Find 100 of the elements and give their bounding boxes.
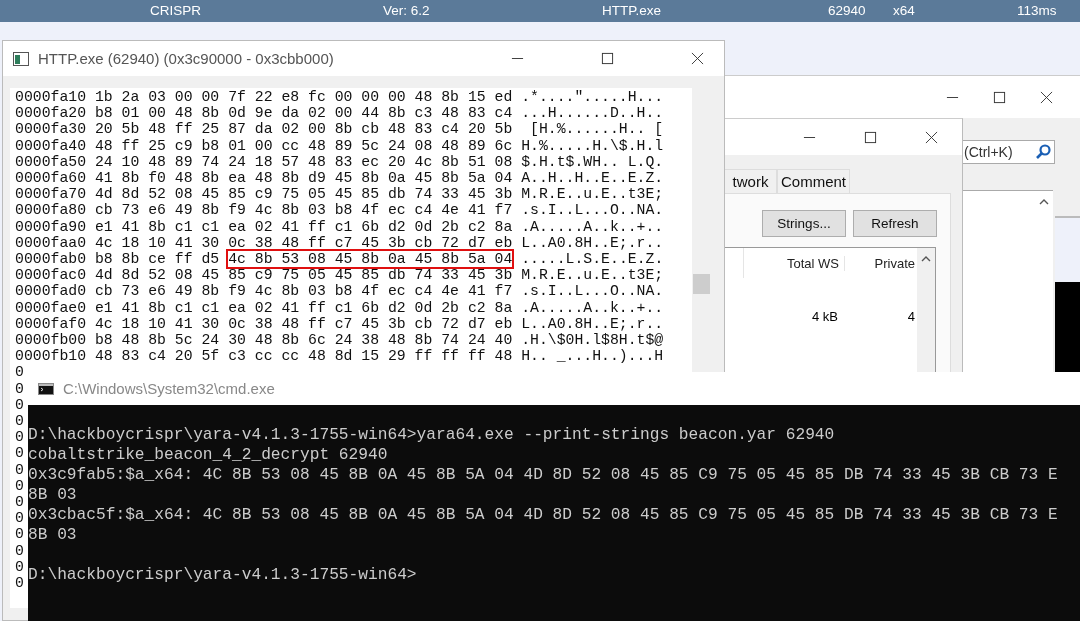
ascii-text: .A.....A..k..+.. bbox=[521, 218, 664, 235]
status-text: CRISPR bbox=[150, 3, 201, 18]
offset-text: 0000faa0 bbox=[15, 234, 87, 251]
hex-bytes: 48 83 c4 20 5f c3 cc cc 48 8d 15 29 ff ff ff 48 bbox=[94, 348, 513, 365]
offset-text: 0000fae0 bbox=[15, 299, 87, 316]
offset-text: 0 bbox=[15, 575, 24, 592]
ascii-text: H.%.....H.\$.H.l bbox=[521, 137, 664, 154]
tab[interactable]: twork bbox=[725, 169, 777, 193]
hex-bytes: 41 8b f0 48 8b ea 48 8b d9 45 8b 0a 45 8b 5a 04 bbox=[94, 170, 513, 186]
offset-text: 0 bbox=[15, 429, 24, 446]
ascii-text: M.R.E..u.E..t3E; bbox=[521, 186, 664, 203]
offset-text: 0 bbox=[15, 380, 24, 397]
offset-text: 0 bbox=[15, 477, 24, 494]
offset-text: 0000fa30 bbox=[15, 121, 87, 138]
column-header[interactable]: Private bbox=[845, 255, 917, 271]
offset-text: 0000fa50 bbox=[15, 153, 87, 170]
search-icon bbox=[1035, 144, 1051, 160]
hex-bytes: 4c 18 10 41 30 0c 38 48 ff c7 45 3b cb 72 d7 eb bbox=[94, 234, 513, 251]
console-line: cobaltstrike_beacon_4_2_decrypt 62940 bbox=[28, 445, 389, 465]
window-title: HTTP.exe (62940) (0x3c90000 - 0x3cbb000) bbox=[38, 50, 334, 67]
hex-bytes: 48 ff 25 c9 b8 01 00 cc 48 89 5c 24 08 48 89 6c bbox=[94, 137, 513, 154]
ascii-text: .A.....A..k..+.. bbox=[521, 299, 664, 316]
maximize-icon[interactable] bbox=[993, 90, 1006, 104]
offset-text: 0 bbox=[15, 494, 24, 511]
maximize-icon[interactable] bbox=[601, 52, 614, 65]
offset-text: 0 bbox=[15, 445, 24, 462]
ascii-text: L..A0.8H..E;.r.. bbox=[521, 234, 664, 251]
tab[interactable]: Comment bbox=[777, 169, 851, 193]
console-line: 0x3c9fab5:$a_x64: 4C 8B 53 08 45 8B 0A 45 8B 5A 04 4D 8D 52 08 45 85 C9 75 05 45 85 DB 74 33 45 3B CB 73 E bbox=[28, 465, 1059, 485]
maximize-icon[interactable] bbox=[864, 130, 877, 144]
hex-bytes: 4d 8d 52 08 45 85 c9 75 05 45 85 db 74 33 45 3b bbox=[94, 267, 513, 284]
hex-bytes: 20 5b 48 ff 25 87 da 02 00 8b cb 48 83 c4 20 5b bbox=[94, 121, 513, 138]
ascii-text: M.R.E..u.E..t3E; bbox=[521, 267, 664, 284]
search-field[interactable]: (Ctrl+K) bbox=[963, 140, 1055, 164]
hex-bytes: b8 48 8b 5c 24 30 48 8b 6c 24 38 48 8b 74 24 40 bbox=[94, 332, 513, 349]
offset-text: 0000fad0 bbox=[15, 283, 87, 300]
ascii-text: .....L.S.E..E.Z. bbox=[521, 251, 664, 268]
ascii-text: A..H..H..E..E.Z. bbox=[521, 170, 664, 186]
console-line: 0x3cbac5f:$a_x64: 4C 8B 53 08 45 8B 0A 45 8B 5A 04 4D 8D 52 08 45 85 C9 75 05 45 85 DB 74 33 45 3B CB 73 E bbox=[28, 505, 1059, 525]
offset-text: 0000fa10 bbox=[15, 89, 87, 105]
scroll-up-icon[interactable] bbox=[921, 256, 931, 262]
offset-text: 0000fa90 bbox=[15, 218, 87, 235]
status-text: x64 bbox=[893, 3, 915, 18]
app-icon bbox=[13, 51, 29, 66]
offset-text: 0000fab0 bbox=[15, 251, 87, 268]
offset-text: 0000fa70 bbox=[15, 186, 87, 203]
offset-text: 0 bbox=[15, 510, 24, 527]
offset-text: 0 bbox=[15, 364, 24, 381]
offset-text: 0000faf0 bbox=[15, 315, 87, 332]
hex-bytes: b8 8b ce ff d5 bbox=[94, 251, 220, 268]
hex-bytes: e1 41 8b c1 c1 ea 02 41 ff c1 6b d2 0d 2b c2 8a bbox=[94, 299, 513, 316]
hex-bytes: 4c 18 10 41 30 0c 38 48 ff c7 45 3b cb 72 d7 eb bbox=[94, 315, 513, 332]
offset-text: 0000fa80 bbox=[15, 202, 87, 219]
close-icon[interactable] bbox=[691, 52, 704, 65]
ascii-text: $.H.t$.WH.. L.Q. bbox=[521, 153, 664, 170]
hex-bytes: e1 41 8b c1 c1 ea 02 41 ff c1 6b d2 0d 2b c2 8a bbox=[94, 218, 513, 235]
ascii-text: .s.I..L...O..NA. bbox=[521, 283, 664, 300]
ascii-text: .s.I..L...O..NA. bbox=[521, 202, 664, 219]
hex-bytes: 4d 8d 52 08 45 85 c9 75 05 45 85 db 74 33 45 3b bbox=[94, 186, 513, 203]
status-text: 113ms bbox=[1017, 3, 1057, 18]
console-line: D:\hackboycrispr\yara-v4.1.3-1755-win64> bbox=[28, 565, 418, 585]
window-title: C:\Windows\System32\cmd.exe bbox=[63, 380, 275, 397]
offset-text: 0 bbox=[15, 396, 24, 413]
console-line: 8B 03 bbox=[28, 485, 78, 505]
offset-text: 0 bbox=[15, 413, 24, 430]
offset-text: 0 bbox=[15, 558, 24, 575]
offset-text: 0000fb10 bbox=[15, 348, 87, 365]
offset-text: 0 bbox=[15, 526, 24, 543]
ascii-text: ...H......D..H.. bbox=[521, 105, 664, 122]
close-icon[interactable] bbox=[1040, 90, 1053, 104]
offset-text: 0000fb00 bbox=[15, 332, 87, 349]
ascii-text: .H.\$0H.l$8H.t$@ bbox=[521, 332, 664, 349]
table-cell-text: 4 bbox=[906, 308, 915, 324]
hex-bytes: 24 10 48 89 74 24 18 57 48 83 ec 20 4c 8b 51 08 bbox=[94, 153, 513, 170]
table-cell-text: 4 kB bbox=[811, 308, 839, 324]
ascii-text: L..A0.8H..E;.r.. bbox=[521, 315, 664, 332]
column-header[interactable]: Total WS bbox=[744, 255, 845, 271]
console-line: 8B 03 bbox=[28, 525, 78, 545]
offset-text: 0 bbox=[15, 542, 24, 559]
status-text: 62940 bbox=[828, 3, 866, 18]
offset-text: 0000fa60 bbox=[15, 170, 87, 186]
offset-text: 0000fac0 bbox=[15, 267, 87, 284]
action-button[interactable]: Refresh bbox=[853, 210, 937, 237]
scroll-thumb[interactable] bbox=[693, 274, 710, 294]
scroll-up-icon[interactable] bbox=[1039, 199, 1049, 205]
status-text: Ver: 6.2 bbox=[383, 3, 430, 18]
status-text: HTTP.exe bbox=[602, 3, 662, 18]
ascii-text: [H.%......H.. [ bbox=[529, 121, 664, 138]
close-icon[interactable] bbox=[925, 130, 938, 144]
offset-text: 0 bbox=[15, 461, 24, 478]
hex-bytes: b8 01 00 48 8b 0d 9e da 02 00 44 8b c3 48 83 c4 bbox=[94, 105, 513, 122]
ascii-text: .*....".....H... bbox=[521, 89, 664, 105]
highlighted-bytes: 4c 8b 53 08 45 8b 0a 45 8b 5a 04 bbox=[228, 251, 513, 268]
ascii-text: H.. _...H..)...H bbox=[521, 348, 664, 365]
hex-bytes: cb 73 e6 49 8b f9 4c 8b 03 b8 4f ec c4 4e 41 f7 bbox=[94, 202, 513, 219]
console-icon bbox=[38, 382, 54, 395]
action-button[interactable]: Strings... bbox=[762, 210, 846, 237]
hex-bytes: 1b 2a 03 00 00 7f 22 e8 fc 00 00 00 48 8b 15 ed bbox=[94, 89, 513, 105]
console-line: D:\hackboycrispr\yara-v4.1.3-1755-win64>yara64.exe --print-strings beacon.yar 62940 bbox=[28, 425, 836, 445]
hex-bytes: cb 73 e6 49 8b f9 4c 8b 03 b8 4f ec c4 4e 41 f7 bbox=[94, 283, 513, 300]
